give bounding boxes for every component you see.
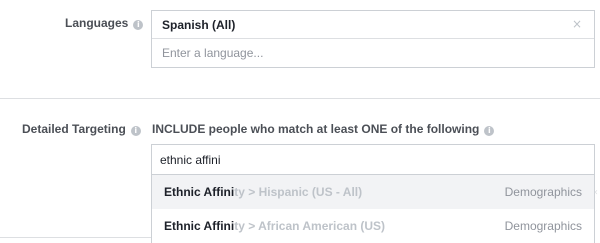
info-icon[interactable]: i — [130, 126, 141, 136]
suggestion-match-text: Ethnic Affini — [164, 219, 235, 233]
include-text: INCLUDE people who match at least ONE of… — [152, 122, 480, 136]
section-divider — [0, 237, 151, 238]
detailed-targeting-label: Detailed Targeting i — [22, 122, 141, 136]
selected-language-token: Spanish (All) — [162, 18, 236, 32]
suggestion-rest-text: ty > African American (US) — [234, 219, 386, 233]
selected-language-row: Spanish (All) × — [152, 11, 594, 39]
suggestion-category: Demographics — [504, 185, 582, 199]
suggestion-match-text: Ethnic Affini — [164, 185, 235, 199]
info-icon[interactable]: i — [133, 20, 144, 30]
language-input[interactable] — [153, 40, 593, 66]
languages-label-text: Languages — [65, 16, 129, 30]
close-icon[interactable]: × — [572, 17, 582, 31]
suggestion-item[interactable]: Ethnic Affinity > Hispanic (US - All) De… — [152, 175, 598, 209]
section-divider — [0, 98, 600, 99]
detailed-targeting-search-box[interactable] — [151, 144, 595, 175]
detailed-targeting-search-input[interactable] — [152, 145, 594, 174]
info-icon[interactable]: i — [484, 126, 495, 136]
suggestion-rest-text: ty > Hispanic (US - All) — [234, 185, 363, 199]
suggestion-name: Ethnic Affinity > Hispanic (US - All) — [164, 185, 362, 199]
suggestion-name: Ethnic Affinity > African American (US) — [164, 219, 385, 233]
languages-field[interactable]: Spanish (All) × — [151, 10, 595, 68]
languages-label: Languages i — [65, 16, 144, 30]
suggestions-dropdown: Ethnic Affinity > Hispanic (US - All) De… — [151, 175, 598, 243]
detailed-targeting-label-text: Detailed Targeting — [22, 122, 126, 136]
include-description: INCLUDE people who match at least ONE of… — [152, 122, 495, 136]
chevron-left-icon: ‹ — [594, 187, 598, 198]
suggestion-item[interactable]: Ethnic Affinity > African American (US) … — [152, 209, 594, 243]
suggestion-category: Demographics — [504, 219, 582, 233]
